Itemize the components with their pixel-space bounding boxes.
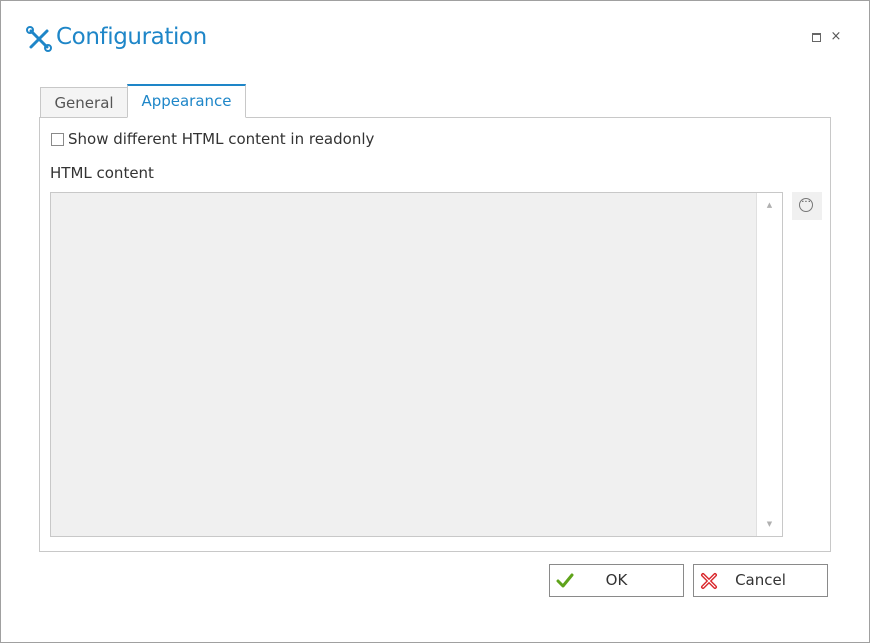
maximize-button[interactable] [809,30,823,44]
readonly-content-checkbox-label[interactable]: Show different HTML content in readonly [68,130,374,148]
scroll-up-icon[interactable]: ▲ [757,197,782,213]
cancel-button-label: Cancel [735,571,786,589]
scroll-down-icon[interactable]: ▼ [757,516,782,532]
ellipsis-icon: ··· [799,198,813,212]
html-content-editor[interactable]: ▲ ▼ [50,192,783,537]
cancel-button[interactable]: Cancel [693,564,828,597]
ok-button-label: OK [605,571,628,589]
html-editor-button[interactable]: ··· [792,192,822,220]
tab-general[interactable]: General [40,87,128,117]
close-button[interactable]: × [829,30,843,44]
editor-scrollbar[interactable]: ▲ ▼ [756,193,782,536]
ok-button[interactable]: OK [549,564,684,597]
tools-icon [26,26,52,52]
dialog-title: Configuration [56,24,207,50]
tab-appearance[interactable]: Appearance [127,84,246,118]
readonly-content-checkbox[interactable] [51,133,64,146]
html-content-label: HTML content [50,164,154,182]
